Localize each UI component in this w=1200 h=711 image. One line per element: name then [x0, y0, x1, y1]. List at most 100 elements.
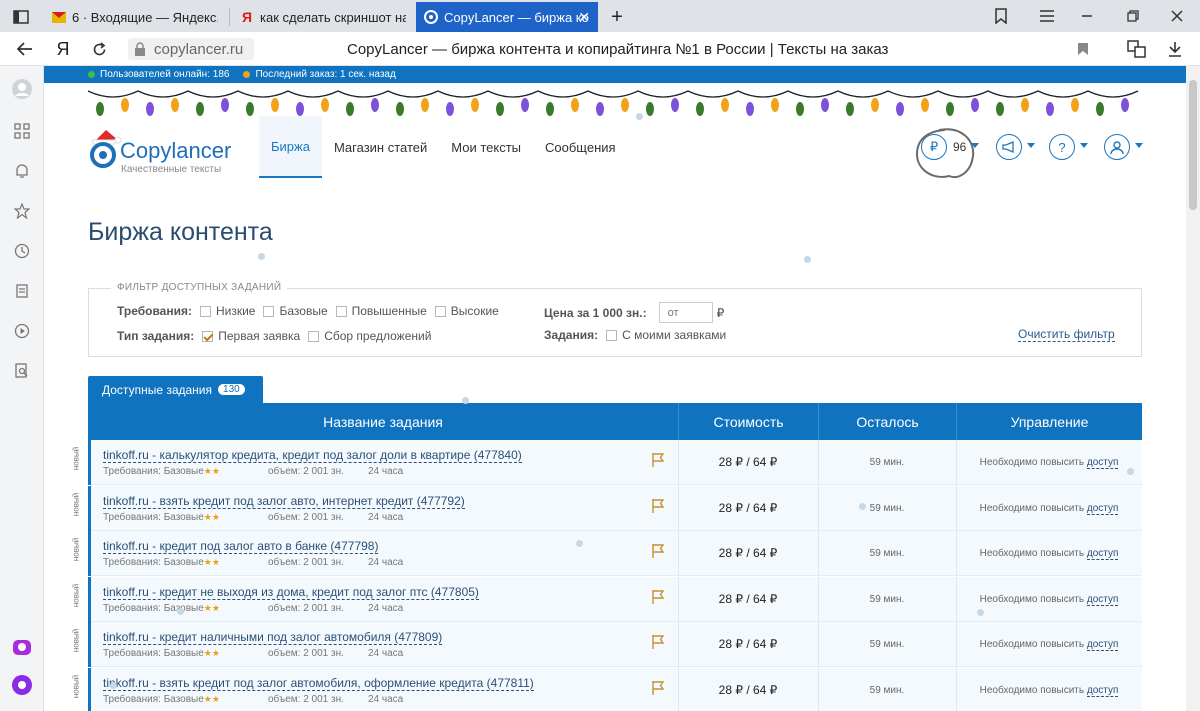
- messenger-icon: [13, 640, 31, 655]
- menu-item-article-shop[interactable]: Магазин статей: [322, 116, 439, 178]
- snowflake-icon: [177, 608, 184, 615]
- row-accent: [88, 531, 91, 576]
- reload-button[interactable]: [88, 38, 110, 60]
- tab-yandex-search[interactable]: Я как сделать скриншот на н: [232, 2, 414, 32]
- access-link[interactable]: доступ: [1086, 457, 1119, 469]
- favorites-button[interactable]: [11, 200, 33, 222]
- flag-icon[interactable]: [651, 452, 665, 468]
- bookmarks-button[interactable]: [978, 0, 1024, 32]
- restore-button[interactable]: [1110, 0, 1156, 32]
- menu-item-my-texts[interactable]: Мои тексты: [439, 116, 533, 178]
- access-link[interactable]: доступ: [1086, 593, 1119, 606]
- services-button[interactable]: [11, 120, 33, 142]
- table-row[interactable]: новый tinkoff.ru - кредит не выходя из до…: [72, 576, 1142, 622]
- zen-button[interactable]: [11, 280, 33, 302]
- notifications-button[interactable]: [11, 160, 33, 182]
- task-title-link[interactable]: tinkoff.ru - взять кредит под залог авто…: [103, 494, 465, 509]
- yandex-home-button[interactable]: Я: [52, 38, 74, 60]
- snowflake-icon: [1127, 468, 1134, 475]
- access-link[interactable]: доступ: [1086, 684, 1119, 697]
- logo-brand: Copylancer: [120, 138, 232, 163]
- page-scrollbar[interactable]: [1186, 66, 1200, 711]
- scroll-thumb[interactable]: [1189, 80, 1197, 210]
- back-arrow-icon: [17, 42, 32, 56]
- column-time-left[interactable]: Осталось: [818, 403, 956, 440]
- page-heading: Биржа контента: [88, 218, 273, 246]
- announcements-button[interactable]: [996, 134, 1022, 160]
- url-field[interactable]: copylancer.ru: [128, 38, 254, 60]
- task-title-link[interactable]: tinkoff.ru - кредит не выходя из дома, к…: [103, 585, 479, 600]
- bookmark-icon: [1078, 43, 1088, 55]
- site-logo[interactable]: Copylancer Качественные тексты: [88, 126, 238, 175]
- task-time-left: 59 мин.: [869, 502, 905, 514]
- garland-bulb: [1121, 98, 1129, 112]
- task-requirements: Требования: Базовые★★: [103, 693, 220, 705]
- messenger-button[interactable]: [11, 636, 33, 658]
- task-title-link[interactable]: tinkoff.ru - взять кредит под залог авто…: [103, 676, 534, 691]
- search-button[interactable]: [11, 360, 33, 382]
- column-price[interactable]: Стоимость: [678, 403, 818, 440]
- table-row[interactable]: новый tinkoff.ru - кредит под залог авто …: [72, 531, 1142, 576]
- type-collect-offers-checkbox[interactable]: Сбор предложений: [308, 329, 431, 343]
- tab-available-tasks[interactable]: Доступные задания 130: [88, 376, 263, 403]
- tab-mail[interactable]: 6 · Входящие — Яндекс.По: [44, 2, 226, 32]
- flag-icon[interactable]: [651, 680, 665, 696]
- row-accent: [88, 440, 91, 485]
- requirement-low-checkbox[interactable]: Низкие: [199, 304, 255, 318]
- access-link[interactable]: доступ: [1086, 502, 1119, 515]
- table-row[interactable]: новый tinkoff.ru - кредит наличными под з…: [72, 622, 1142, 667]
- task-deadline: 24 часа: [368, 602, 404, 614]
- video-button[interactable]: [11, 320, 33, 342]
- flag-icon[interactable]: [651, 589, 665, 605]
- close-window-button[interactable]: [1154, 0, 1200, 32]
- clock-icon: [14, 243, 30, 259]
- history-button[interactable]: [11, 240, 33, 262]
- minimize-button[interactable]: [1064, 0, 1110, 32]
- user-menu-button[interactable]: [1104, 134, 1130, 160]
- access-link[interactable]: доступ: [1086, 639, 1119, 651]
- menu-item-messages[interactable]: Сообщения: [533, 116, 628, 178]
- table-row[interactable]: новый tinkoff.ru - калькулятор кредита, к…: [72, 440, 1142, 485]
- requirement-elevated-checkbox[interactable]: Повышенные: [335, 304, 427, 318]
- tab-copylancer[interactable]: CopyLancer — биржа ко ✕: [416, 2, 598, 32]
- bookmark-page-button[interactable]: [1072, 38, 1094, 60]
- column-task-name[interactable]: Название задания: [88, 403, 678, 440]
- garland-bulb: [646, 102, 654, 116]
- flag-icon[interactable]: [651, 498, 665, 514]
- close-tab-icon[interactable]: ✕: [578, 9, 590, 26]
- tabs-overview-button[interactable]: [0, 2, 42, 32]
- garland-bulb: [946, 102, 954, 116]
- address-bar: Я copylancer.ru CopyLancer — биржа конте…: [0, 32, 1200, 66]
- table-row[interactable]: новый tinkoff.ru - взять кредит под залог…: [72, 485, 1142, 531]
- back-button[interactable]: [14, 38, 36, 60]
- garland-bulb: [596, 102, 604, 116]
- flag-icon[interactable]: [651, 543, 665, 559]
- menu-item-exchange[interactable]: Биржа: [259, 116, 322, 178]
- translate-button[interactable]: [1126, 38, 1148, 60]
- help-button[interactable]: ?: [1049, 134, 1075, 160]
- stars-icon: ★★: [203, 466, 220, 476]
- requirement-high-checkbox[interactable]: Высокие: [434, 304, 499, 318]
- new-tab-button[interactable]: +: [604, 2, 630, 32]
- my-bids-checkbox[interactable]: С моими заявками: [606, 328, 726, 342]
- task-price: 28 ₽ / 64 ₽: [718, 455, 778, 469]
- task-title-link[interactable]: tinkoff.ru - калькулятор кредита, кредит…: [103, 448, 522, 463]
- flag-icon[interactable]: [651, 634, 665, 650]
- requirement-basic-checkbox[interactable]: Базовые: [263, 304, 328, 318]
- download-icon: [1169, 42, 1181, 57]
- alice-button[interactable]: [11, 674, 33, 696]
- clear-filter-link[interactable]: Очистить фильтр: [1018, 327, 1115, 342]
- task-management: Необходимо повысить доступ: [979, 593, 1119, 606]
- profile-avatar[interactable]: [11, 78, 33, 100]
- type-first-bid-checkbox[interactable]: Первая заявка: [202, 329, 300, 343]
- task-title-link[interactable]: tinkoff.ru - кредит под залог авто в бан…: [103, 539, 379, 554]
- task-time-left: 59 мин.: [869, 548, 905, 559]
- garland-bulb: [721, 98, 729, 112]
- access-link[interactable]: доступ: [1086, 548, 1119, 560]
- price-from-input[interactable]: [658, 302, 713, 323]
- task-title-link[interactable]: tinkoff.ru - кредит наличными под залог …: [103, 630, 443, 645]
- copylancer-page: Пользователей онлайн: 186 Последний зака…: [44, 66, 1186, 711]
- garland-bulb: [446, 102, 454, 116]
- table-row[interactable]: новый tinkoff.ru - взять кредит под залог…: [72, 667, 1142, 711]
- downloads-button[interactable]: [1164, 38, 1186, 60]
